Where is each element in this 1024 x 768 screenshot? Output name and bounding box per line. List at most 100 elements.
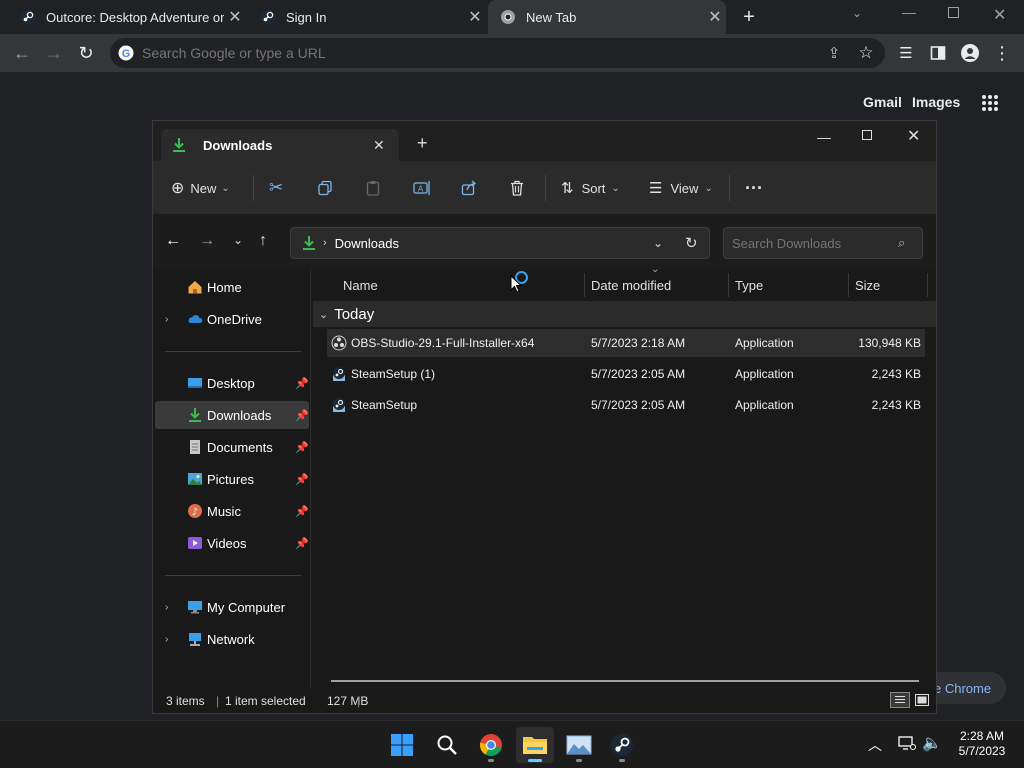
pin-icon[interactable]: 📌 (295, 409, 309, 422)
reload-icon[interactable]: ↻ (70, 34, 102, 72)
details-view-icon[interactable] (890, 692, 910, 708)
chrome-toolbar: ← → ↻ G ⇪ ☆ ☰ ⋮ (0, 34, 1024, 72)
close-tab-icon[interactable]: ✕ (464, 7, 486, 27)
search-input[interactable] (732, 235, 892, 251)
horizontal-scrollbar[interactable] (331, 680, 919, 682)
see-more-ellipsis-icon[interactable]: ··· (745, 161, 763, 215)
copy-icon[interactable] (317, 161, 333, 215)
share-icon[interactable]: ⇪ (818, 34, 850, 72)
sort-arrows-icon: ⇅ (561, 180, 574, 197)
tiles-view-icon[interactable] (914, 692, 930, 708)
chrome-tab-new-tab[interactable]: New Tab ✕ (488, 0, 726, 34)
explorer-tab-downloads[interactable]: Downloads ✕ (161, 129, 399, 161)
reading-list-icon[interactable]: ☰ (890, 34, 922, 72)
delete-trash-icon[interactable] (509, 161, 525, 215)
recent-locations-chevron-icon[interactable]: ⌄ (233, 233, 243, 247)
group-header-today[interactable]: ⌄ Today (313, 301, 936, 327)
column-header-type[interactable]: Type (735, 269, 763, 301)
start-button[interactable] (383, 727, 421, 763)
file-row[interactable]: SteamSetup 5/7/2023 2:05 AM Application … (327, 391, 925, 419)
images-link[interactable]: Images (912, 94, 960, 110)
bookmark-star-icon[interactable]: ☆ (850, 34, 882, 72)
pin-icon[interactable]: 📌 (295, 505, 309, 518)
back-arrow-icon[interactable]: ← (165, 232, 181, 250)
onedrive-cloud-icon (187, 311, 203, 327)
omnibox-input[interactable] (142, 45, 782, 61)
network-status-icon[interactable] (898, 735, 916, 756)
show-hidden-icons-chevron-icon[interactable]: ︿ (868, 735, 882, 755)
close-window-icon[interactable]: ✕ (907, 126, 920, 146)
volume-speaker-icon[interactable]: 🔈 (922, 733, 942, 753)
sort-button[interactable]: ⇅ Sort ⌄ (561, 161, 620, 215)
pin-icon[interactable]: 📌 (295, 473, 309, 486)
taskbar-file-explorer-button[interactable] (516, 727, 554, 763)
nav-item-network[interactable]: › Network (155, 625, 309, 653)
up-arrow-icon[interactable]: ↑ (259, 232, 267, 250)
chevron-right-icon[interactable]: › (165, 634, 168, 645)
minimize-icon[interactable]: — (902, 4, 916, 20)
address-history-chevron-icon[interactable]: ⌄ (653, 236, 663, 250)
gmail-link[interactable]: Gmail (863, 94, 902, 110)
pin-icon[interactable]: 📌 (295, 441, 309, 454)
forward-arrow-icon[interactable]: → (199, 232, 215, 250)
close-tab-icon[interactable]: ✕ (224, 7, 246, 27)
new-tab-plus-icon[interactable]: + (417, 133, 428, 154)
new-tab-plus-icon[interactable]: + (738, 6, 760, 28)
close-tab-icon[interactable]: ✕ (704, 7, 726, 27)
chevron-right-icon[interactable]: › (165, 602, 168, 613)
column-header-name[interactable]: Name (343, 269, 378, 301)
share-icon[interactable] (461, 161, 477, 215)
file-name: SteamSetup (351, 398, 418, 412)
address-field[interactable]: › Downloads ⌄ ↻ (290, 227, 710, 259)
search-box[interactable]: ⌕ (723, 227, 923, 259)
nav-item-my-computer[interactable]: › My Computer (155, 593, 309, 621)
google-g-icon: G (118, 45, 134, 61)
nav-item-onedrive[interactable]: › OneDrive (155, 305, 309, 333)
taskbar-clock[interactable]: 2:28 AM 5/7/2023 (950, 729, 1014, 759)
minimize-icon[interactable]: — (817, 129, 831, 145)
nav-item-home[interactable]: Home (155, 273, 309, 301)
chrome-menu-icon[interactable]: ⋮ (986, 34, 1018, 72)
paste-icon[interactable] (365, 161, 381, 215)
rename-icon[interactable]: A (413, 161, 431, 215)
taskbar-steam-button[interactable] (603, 727, 641, 763)
back-arrow-icon[interactable]: ← (6, 34, 38, 72)
nav-item-documents[interactable]: Documents 📌 (155, 433, 309, 461)
restore-icon[interactable] (948, 7, 959, 18)
nav-item-videos[interactable]: Videos 📌 (155, 529, 309, 557)
address-breadcrumb[interactable]: Downloads (335, 236, 399, 251)
tab-search-chevron-icon[interactable]: ⌄ (852, 6, 862, 20)
nav-item-pictures[interactable]: Pictures 📌 (155, 465, 309, 493)
cut-icon[interactable]: ✂ (269, 161, 283, 215)
chevron-down-icon: ⌄ (319, 308, 329, 321)
chrome-tab-sign-in[interactable]: Sign In ✕ (248, 0, 486, 34)
side-panel-icon[interactable] (922, 34, 954, 72)
chrome-tab-outcore[interactable]: Outcore: Desktop Adventure on S ✕ (8, 0, 246, 34)
close-window-icon[interactable]: ✕ (993, 5, 1006, 25)
chevron-down-icon: ⌄ (221, 182, 230, 194)
view-button[interactable]: ☰ View ⌄ (649, 161, 713, 215)
maximize-icon[interactable] (862, 130, 872, 140)
nav-item-music[interactable]: ♪ Music 📌 (155, 497, 309, 525)
nav-item-desktop[interactable]: Desktop 📌 (155, 369, 309, 397)
forward-arrow-icon[interactable]: → (38, 34, 70, 72)
file-row[interactable]: SteamSetup (1) 5/7/2023 2:05 AM Applicat… (327, 360, 925, 388)
column-header-size[interactable]: Size (855, 269, 880, 301)
chevron-right-icon[interactable]: › (165, 314, 168, 325)
file-row[interactable]: OBS-Studio-29.1-Full-Installer-x64 5/7/2… (327, 329, 925, 357)
profile-avatar-icon[interactable] (954, 34, 986, 72)
steam-icon (611, 734, 633, 756)
taskbar-chrome-button[interactable] (472, 727, 510, 763)
new-button[interactable]: ⊕ New ⌄ (171, 161, 230, 215)
pin-icon[interactable]: 📌 (295, 377, 309, 390)
taskbar-photo-app-button[interactable] (560, 727, 598, 763)
refresh-icon[interactable]: ↻ (685, 234, 698, 252)
search-icon[interactable] (428, 727, 466, 763)
nav-item-downloads[interactable]: Downloads 📌 (155, 401, 309, 429)
view-label: View (670, 180, 699, 196)
pin-icon[interactable]: 📌 (295, 537, 309, 550)
omnibox[interactable]: G (110, 38, 885, 68)
apps-grid-icon[interactable] (981, 94, 999, 112)
svg-text:A: A (418, 185, 424, 194)
close-tab-icon[interactable]: ✕ (373, 137, 385, 154)
